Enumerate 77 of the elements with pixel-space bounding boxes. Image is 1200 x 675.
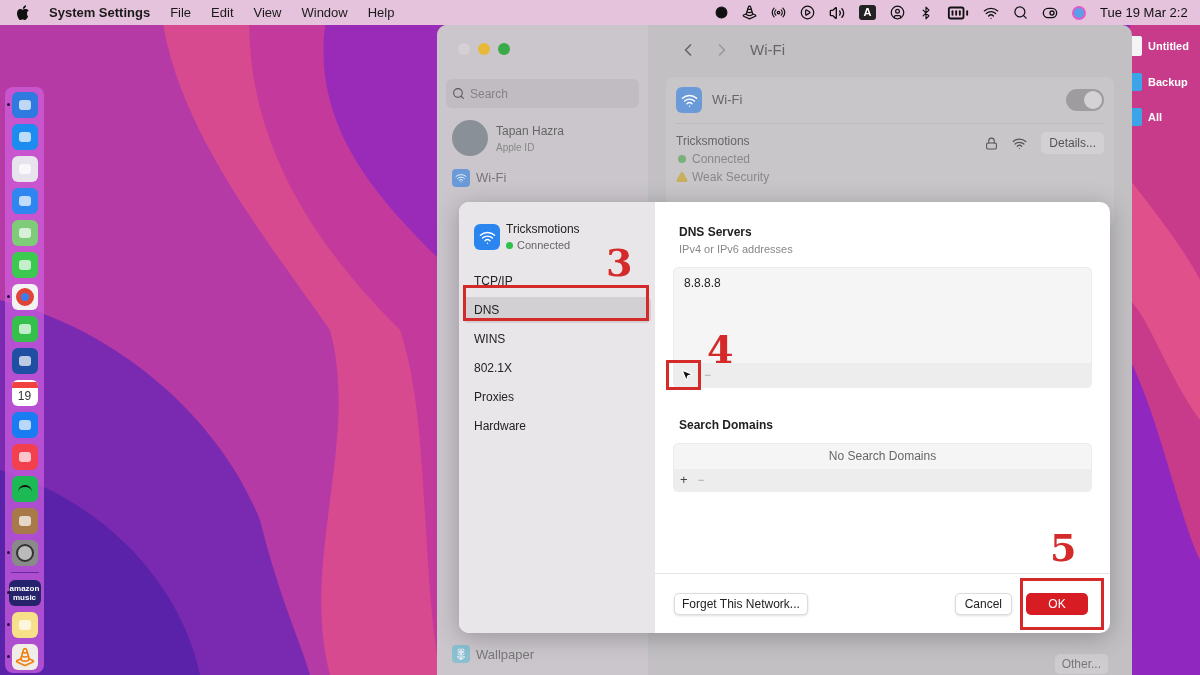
annotation-number: 5 [1050,527,1077,569]
menu-item[interactable]: View [253,2,282,23]
app-icon[interactable] [11,187,38,214]
network-status: Connected [692,151,751,168]
app-icon[interactable] [11,91,38,118]
wifi-toggle[interactable] [1066,89,1104,111]
wifi-signal-icon [1012,135,1028,151]
search-icon[interactable] [1013,5,1028,20]
app-icon[interactable] [11,507,38,534]
sidebar-tab[interactable]: 802.1X [463,354,651,381]
section-subtitle: IPv4 or IPv6 addresses [679,242,794,257]
avatar[interactable] [452,120,488,156]
wifi-icon [676,87,702,113]
app-menu[interactable]: System Settings [49,2,151,23]
user-icon[interactable] [890,5,905,20]
app-icon[interactable] [11,219,38,246]
desktop-item-label[interactable]: Backup [1148,73,1188,91]
menu-item[interactable]: Help [367,2,395,23]
desktop-item-label[interactable]: Untitled [1148,37,1189,55]
app-icon[interactable] [11,251,38,278]
dns-entry[interactable]: 8.8.8.8 [684,273,1081,292]
wifi-icon [474,224,500,251]
play-icon[interactable] [800,5,815,20]
clock[interactable]: Tue 19 Mar 2:2 [1100,2,1200,23]
app-icon[interactable] [11,539,38,566]
add-button[interactable]: + [680,469,688,490]
empty-list-text: No Search Domains [828,448,937,465]
siri-icon[interactable] [1072,5,1086,20]
app-icon[interactable] [11,347,38,374]
annotation-number: 4 [707,329,734,371]
flower-icon [452,645,470,664]
app-icon[interactable] [11,155,38,182]
sidebar-tab[interactable]: WINS [463,325,651,352]
lock-icon [985,136,999,150]
menu-item[interactable]: File [170,2,192,23]
section-title: DNS Servers [679,224,753,241]
cursor-icon [680,367,694,382]
search-icon [452,87,465,100]
app-icon[interactable] [11,411,38,438]
app-icon[interactable] [11,283,38,310]
input-source[interactable]: A [859,5,876,20]
warning-icon [676,171,688,183]
network-status: Connected [517,238,571,253]
record-icon[interactable] [715,6,728,19]
forget-network-button[interactable]: Forget This Network... [674,592,808,615]
section-title: Search Domains [679,416,775,434]
ok-button[interactable]: OK [1026,592,1088,615]
details-button[interactable]: Details... [1041,132,1104,154]
annotation-number: 3 [606,242,633,284]
menu-item[interactable]: Edit [211,2,234,23]
calendar-day: 19 [17,387,32,404]
cancel-button[interactable]: Cancel [954,592,1012,615]
app-icon[interactable] [11,315,38,342]
menu-item[interactable]: Window [301,2,348,23]
network-name: Tricksmotions [506,221,580,237]
app-icon[interactable] [11,643,38,670]
window-title: Wi-Fi [750,39,785,60]
sidebar-tab[interactable]: Proxies [463,383,651,410]
desktop-item-label[interactable]: All [1148,108,1163,126]
sidebar-tab[interactable]: Hardware [463,412,651,439]
account-subtitle: Apple ID [496,140,536,155]
app-icon[interactable] [11,123,38,150]
app-icon[interactable] [11,475,38,502]
network-name: Tricksmotions [676,133,751,150]
highlight-frame [666,360,701,390]
volume-icon[interactable] [829,4,845,21]
app-icon[interactable]: 19 [11,379,38,406]
zoom-button[interactable] [498,43,510,55]
network-status: Weak Security [692,169,770,186]
apple-icon[interactable] [17,4,31,21]
wifi-icon [452,168,470,187]
wifi-label: Wi-Fi [712,91,743,110]
cone-icon[interactable] [742,5,757,20]
airdrop-icon[interactable] [771,5,786,20]
search-placeholder: Search [470,85,509,103]
app-icon[interactable] [11,611,38,638]
account-name[interactable]: Tapan Hazra [496,121,565,140]
